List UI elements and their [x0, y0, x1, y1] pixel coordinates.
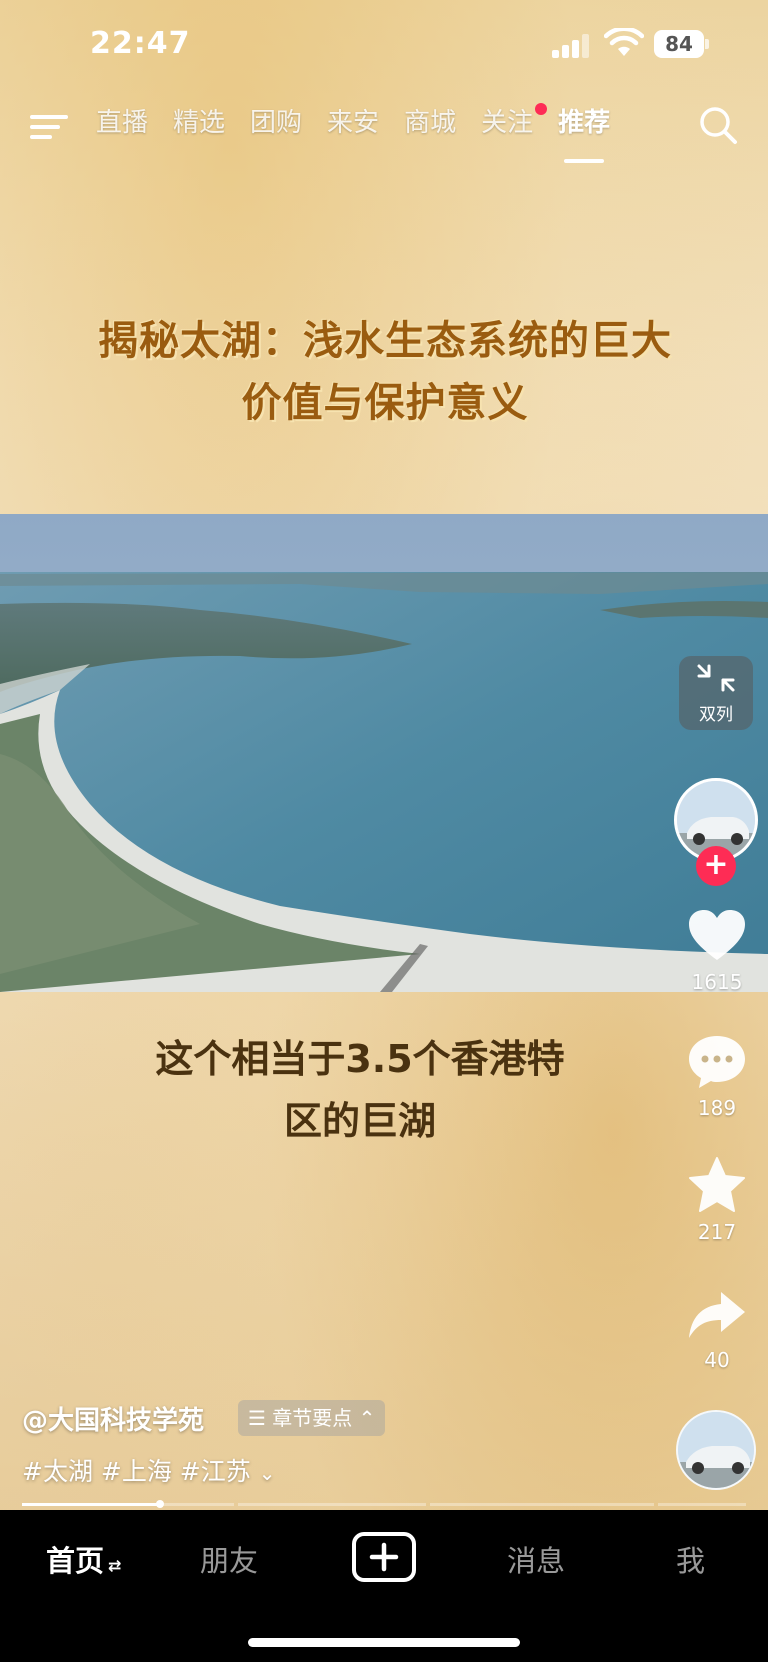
nav-home[interactable]: 首页 ⇄	[46, 1538, 121, 1580]
subtitle-line-2: 区的巨湖	[283, 1099, 436, 1143]
progress-knob[interactable]	[156, 1500, 164, 1508]
chapter-label: 章节要点	[272, 1406, 353, 1430]
video-headline: 揭秘太湖：浅水生态系统的巨大 价值与保护意义	[20, 310, 750, 434]
share-button[interactable]: 40	[680, 1288, 754, 1372]
star-icon	[689, 1157, 745, 1212]
menu-icon[interactable]	[30, 109, 68, 143]
list-icon: ☰	[248, 1406, 266, 1430]
comment-count: 189	[697, 1096, 737, 1120]
battery-level: 84	[654, 30, 704, 58]
tab-mall[interactable]: 商城	[404, 103, 456, 151]
headline-line-1: 揭秘太湖：浅水生态系统的巨大	[98, 318, 672, 364]
cellular-signal-icon	[552, 34, 592, 58]
nav-messages[interactable]: 消息	[507, 1538, 565, 1580]
tab-group-buy[interactable]: 团购	[250, 103, 302, 151]
share-count: 40	[704, 1348, 730, 1372]
tab-featured[interactable]: 精选	[173, 103, 225, 151]
swap-icon: ⇄	[108, 1556, 122, 1575]
lake-aerial-image	[0, 514, 768, 992]
headline-line-2: 价值与保护意义	[241, 380, 529, 426]
wifi-icon	[604, 28, 644, 56]
comment-button[interactable]: 189	[680, 1034, 754, 1120]
battery-icon: 84	[654, 30, 710, 58]
tab-local-laian[interactable]: 来安	[327, 103, 379, 151]
nav-home-label: 首页	[46, 1544, 105, 1578]
status-time: 22:47	[90, 26, 191, 61]
dual-column-label: 双列	[699, 705, 733, 725]
chevron-up-icon: ⌃	[358, 1406, 376, 1430]
tab-live[interactable]: 直播	[96, 103, 148, 151]
favorite-count: 217	[697, 1220, 737, 1244]
tab-following-label: 关注	[481, 108, 534, 138]
bottom-nav: 首页 ⇄ 朋友 消息 我	[0, 1510, 768, 1662]
nav-friends[interactable]: 朋友	[200, 1538, 258, 1580]
hashtag-text: #太湖 #上海 #江苏	[22, 1457, 251, 1486]
collapse-arrows-icon	[697, 664, 735, 692]
heart-icon	[689, 910, 745, 960]
video-progress-bar[interactable]	[22, 1500, 746, 1508]
subtitle-line-1: 这个相当于3.5个香港特	[155, 1037, 565, 1081]
hashtags[interactable]: #太湖 #上海 #江苏 ⌄	[22, 1452, 275, 1488]
like-button[interactable]: 1615	[680, 908, 754, 994]
create-post-button[interactable]	[352, 1532, 416, 1582]
video-subtitle: 这个相当于3.5个香港特 区的巨湖	[100, 1028, 620, 1152]
tab-following[interactable]: 关注	[481, 103, 548, 151]
tab-recommended[interactable]: 推荐	[558, 103, 610, 163]
home-indicator[interactable]	[248, 1638, 520, 1647]
notification-dot	[535, 103, 548, 115]
favorite-button[interactable]: 217	[680, 1156, 754, 1244]
top-nav: 直播 精选 团购 来安 商城 关注 推荐	[0, 95, 768, 165]
share-arrow-icon	[689, 1292, 745, 1338]
nav-me[interactable]: 我	[676, 1538, 705, 1580]
search-icon[interactable]	[698, 105, 738, 145]
author-name[interactable]: @大国科技学苑	[22, 1400, 204, 1437]
comment-icon	[689, 1036, 745, 1088]
dual-column-button[interactable]: 双列	[679, 656, 753, 730]
like-count: 1615	[691, 970, 743, 994]
progress-fill	[22, 1503, 160, 1506]
chevron-down-icon: ⌄	[258, 1461, 276, 1485]
follow-button[interactable]: +	[696, 846, 736, 886]
chapter-highlights-button[interactable]: ☰ 章节要点 ⌃	[238, 1400, 386, 1436]
plus-icon	[369, 1542, 399, 1572]
top-tabs: 直播 精选 团购 来安 商城 关注 推荐	[96, 103, 635, 163]
status-bar: 22:47 84	[0, 0, 768, 90]
music-disc[interactable]	[676, 1410, 756, 1490]
